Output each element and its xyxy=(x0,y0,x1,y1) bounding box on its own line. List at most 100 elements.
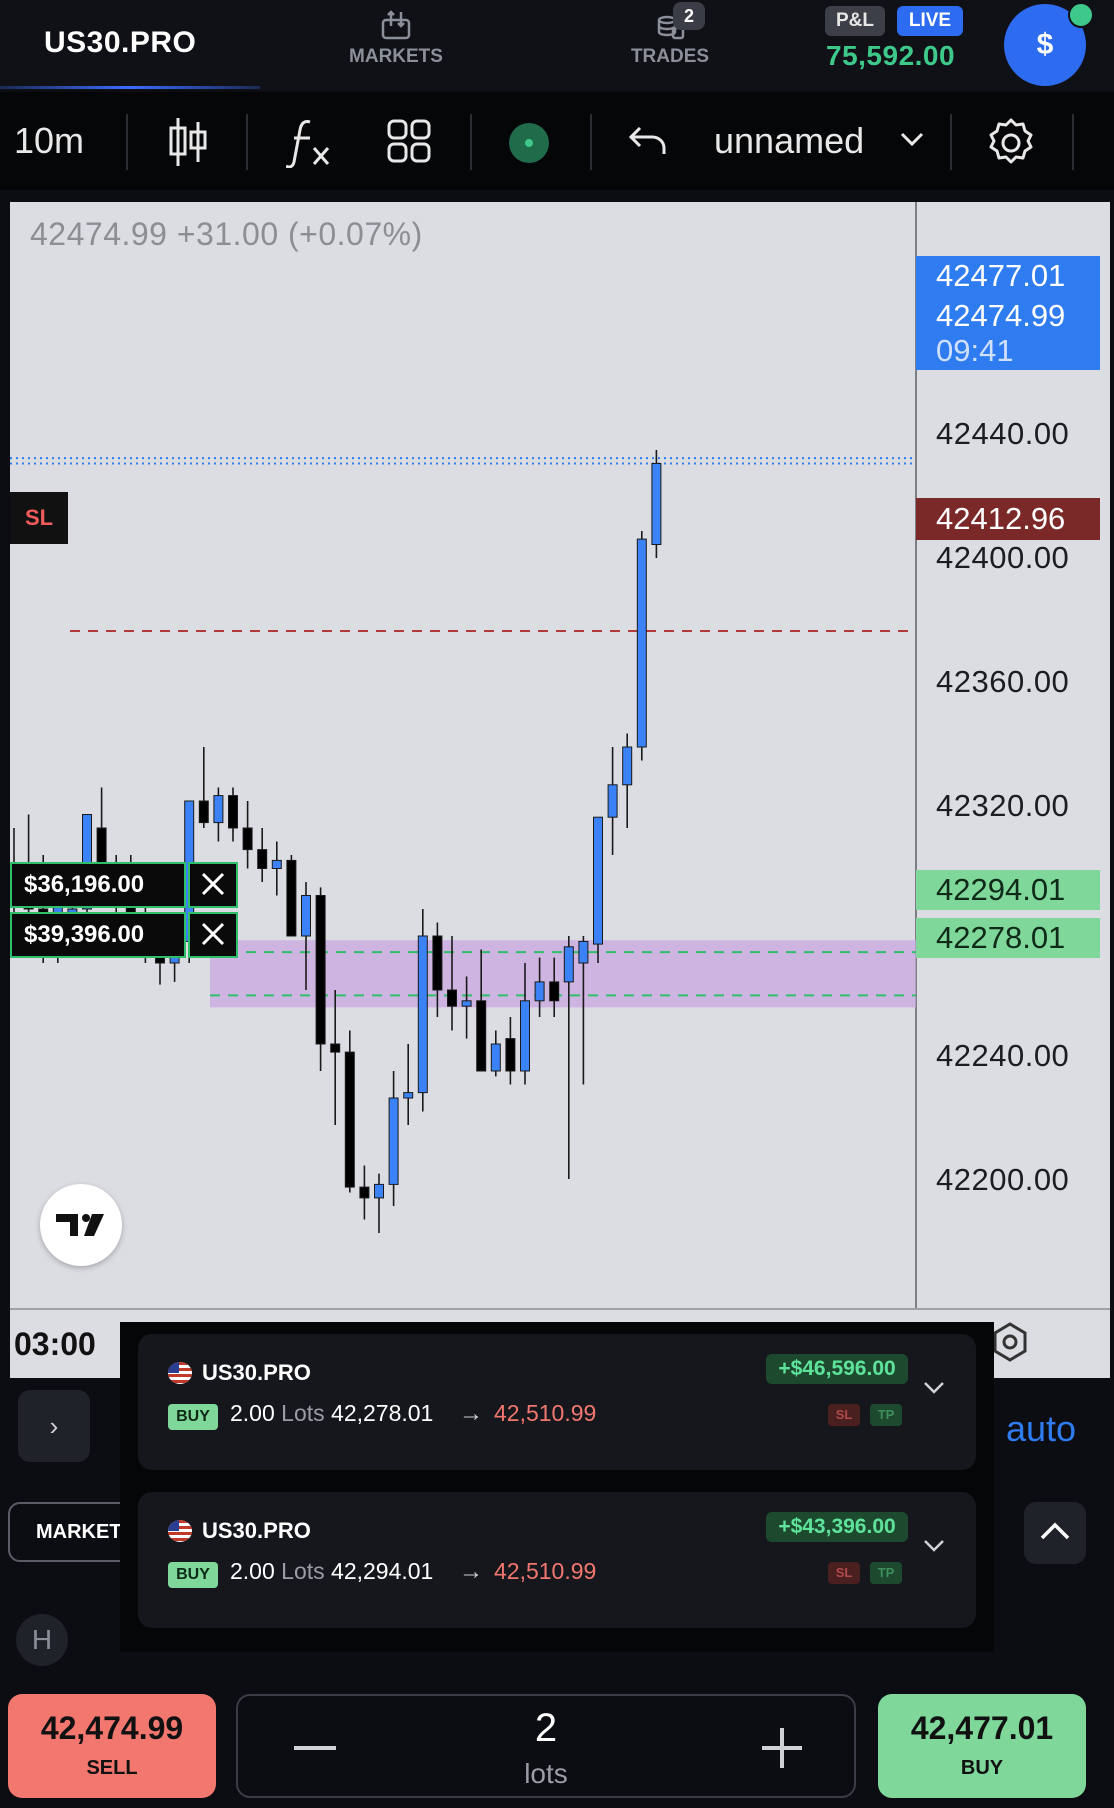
position-lots-unit: Lots xyxy=(281,1400,325,1426)
position-card[interactable]: US30.PRO BUY 2.00 Lots 42,278.01 → 42,51… xyxy=(138,1334,976,1470)
layouts-button[interactable] xyxy=(386,118,432,169)
y-axis-tick: 42240.00 xyxy=(936,1038,1070,1073)
position-pnl-label[interactable]: $36,196.00 xyxy=(10,862,186,908)
nav-markets[interactable]: MARKETS xyxy=(326,8,466,68)
grid-layout-icon xyxy=(387,119,431,163)
bar-countdown: 09:41 xyxy=(916,334,1100,370)
chevron-down-icon[interactable] xyxy=(920,1532,948,1560)
time-axis-label: 03:00 xyxy=(14,1326,96,1362)
position-level-tag: 42294.01 xyxy=(916,870,1100,910)
undo-button[interactable] xyxy=(628,124,668,165)
price-change-readout: 42474.99 +31.00 (+0.07%) xyxy=(30,216,423,252)
candle-body xyxy=(198,800,209,824)
buy-button[interactable]: 42,477.01 BUY xyxy=(878,1694,1086,1798)
toolbar-divider xyxy=(246,114,248,170)
chevron-up-icon xyxy=(1040,1522,1070,1540)
candle-body xyxy=(432,935,443,991)
candle-body xyxy=(490,1043,501,1072)
close-icon xyxy=(201,922,225,946)
position-entry-price: 42,294.01 xyxy=(331,1558,434,1584)
gear-icon xyxy=(989,118,1033,164)
position-lots: 2.00 xyxy=(230,1558,275,1584)
y-axis-tick: 42400.00 xyxy=(936,540,1070,575)
candle-body xyxy=(520,1000,530,1072)
lots-value[interactable]: 2 xyxy=(238,1706,854,1751)
candle-body xyxy=(622,746,633,786)
candle-body xyxy=(563,946,574,983)
us-flag-icon xyxy=(168,1520,192,1542)
position-symbol: US30.PRO xyxy=(202,1360,311,1385)
layout-dropdown-chevron[interactable] xyxy=(898,128,926,155)
markets-icon xyxy=(381,10,411,40)
nav-trades[interactable]: TRADES xyxy=(600,8,740,68)
y-axis-tick: 42320.00 xyxy=(936,788,1070,823)
position-tp-chip[interactable]: TP xyxy=(870,1404,902,1426)
toolbar-divider xyxy=(126,114,128,170)
position-entry-price: 42,278.01 xyxy=(331,1400,434,1426)
toolbar-divider xyxy=(590,114,592,170)
ask-price-tag: 42477.01 xyxy=(916,256,1100,296)
increase-lots-button-bar[interactable] xyxy=(780,1728,784,1768)
position-side-badge: BUY xyxy=(168,1562,218,1588)
online-status-dot xyxy=(1068,2,1094,28)
collapse-order-panel-button[interactable] xyxy=(1024,1502,1086,1564)
candle-body xyxy=(228,795,238,829)
candle-body xyxy=(447,989,457,1007)
market-status-button[interactable] xyxy=(508,122,550,169)
price-chart[interactable]: 42474.99 +31.00 (+0.07%) 42477.01 42474.… xyxy=(10,202,1110,1378)
pnl-badge[interactable]: P&L xyxy=(825,6,885,36)
interval-selector[interactable]: 10m xyxy=(14,120,84,162)
sell-price: 42,474.99 xyxy=(40,1710,184,1746)
candle-body xyxy=(578,940,589,964)
candle-body xyxy=(257,849,268,869)
tradingview-logo[interactable] xyxy=(40,1184,122,1266)
expand-panel-button[interactable]: › xyxy=(18,1390,90,1462)
candle-body xyxy=(476,1000,487,1072)
tradingview-logo-icon xyxy=(56,1214,104,1236)
candle-body xyxy=(549,981,560,1002)
position-lots-unit: Lots xyxy=(281,1558,325,1584)
stop-loss-price-tag: 42412.96 xyxy=(916,498,1100,540)
candle-body xyxy=(417,935,428,1094)
indicators-button[interactable] xyxy=(285,116,334,173)
live-badge[interactable]: LIVE xyxy=(897,6,963,36)
candle-body xyxy=(286,859,297,937)
position-side-badge: BUY xyxy=(168,1404,218,1430)
stop-loss-line-label[interactable]: SL xyxy=(10,492,68,544)
candle-body xyxy=(461,1000,472,1007)
brand-title[interactable]: US30.PRO xyxy=(44,26,196,60)
position-target-price: 42,510.99 xyxy=(494,1400,597,1426)
close-position-button[interactable] xyxy=(188,862,238,908)
candle-body xyxy=(374,1183,384,1199)
toolbar-divider xyxy=(1072,114,1074,170)
hedge-toggle[interactable]: H xyxy=(16,1614,68,1666)
candle-body xyxy=(403,1092,414,1099)
position-tp-chip[interactable]: TP xyxy=(870,1562,902,1584)
nav-markets-label: MARKETS xyxy=(349,46,443,67)
sell-button[interactable]: 42,474.99 SELL xyxy=(8,1694,216,1798)
candle-body xyxy=(636,538,647,748)
chart-settings-small-icon[interactable] xyxy=(988,1320,1032,1364)
chevron-down-icon[interactable] xyxy=(920,1374,948,1402)
lots-unit-label: lots xyxy=(524,1758,568,1789)
position-pnl-label[interactable]: $39,396.00 xyxy=(10,912,186,958)
candle-body xyxy=(359,1186,370,1199)
auto-mode-toggle[interactable]: auto xyxy=(1006,1408,1076,1450)
function-fx-icon xyxy=(285,120,330,169)
lots-stepper[interactable]: 2 lots xyxy=(236,1694,856,1798)
buy-label: BUY xyxy=(960,1757,1004,1779)
bid-price-tag: 42474.99 xyxy=(916,296,1100,336)
position-size: 2.00 Lots 42,294.01 xyxy=(230,1558,433,1585)
chart-settings-button[interactable] xyxy=(984,116,1038,175)
close-position-button[interactable] xyxy=(188,912,238,958)
y-axis-tick: 42360.00 xyxy=(936,664,1070,699)
toolbar-divider xyxy=(950,114,952,170)
position-card[interactable]: US30.PRO BUY 2.00 Lots 42,294.01 → 42,51… xyxy=(138,1492,976,1628)
candle-body xyxy=(607,784,618,818)
layout-name-dropdown[interactable]: unnamed xyxy=(714,120,864,162)
open-positions-popup: US30.PRO BUY 2.00 Lots 42,278.01 → 42,51… xyxy=(120,1322,994,1652)
position-sl-chip[interactable]: SL xyxy=(828,1404,860,1426)
candle-type-button[interactable] xyxy=(166,112,210,177)
position-sl-chip[interactable]: SL xyxy=(828,1562,860,1584)
candle-body xyxy=(651,463,662,545)
